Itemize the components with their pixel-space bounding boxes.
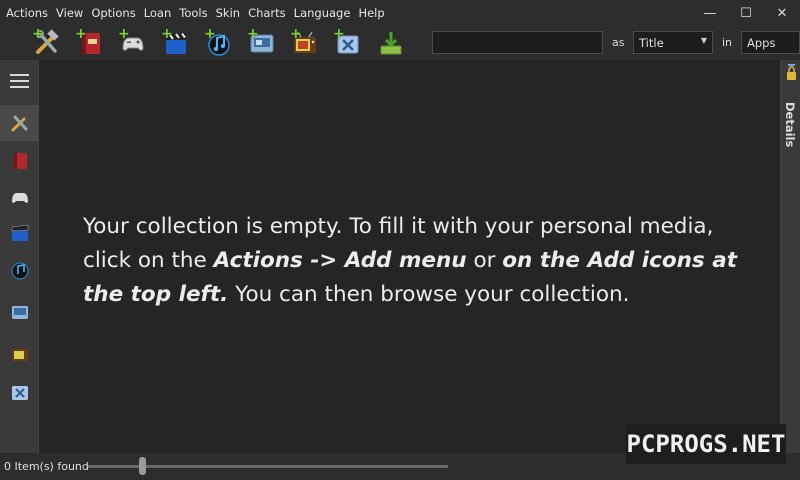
details-label: Details: [783, 102, 797, 148]
menu-bar: Actions View Options Loan Tools Skin Cha…: [0, 0, 800, 26]
add-tv-icon[interactable]: +: [290, 26, 320, 58]
minimize-button[interactable]: —: [692, 0, 728, 26]
message-text-3: You can then browse your collection.: [228, 282, 630, 307]
sidebar-item-music[interactable]: [0, 252, 39, 288]
add-apps-icon[interactable]: +: [32, 26, 62, 58]
add-books-icon[interactable]: +: [75, 26, 105, 58]
search-scope-value: Apps: [747, 36, 776, 50]
search-scope-select[interactable]: Apps: [741, 31, 800, 54]
menu-language[interactable]: Language: [290, 0, 355, 26]
collection-view: Your collection is empty. To fill it wit…: [40, 60, 780, 453]
plus-icon: +: [290, 26, 302, 42]
add-movies-icon[interactable]: +: [161, 26, 191, 58]
add-music-icon[interactable]: +: [204, 26, 234, 58]
pin-icon[interactable]: [785, 62, 798, 92]
search-input[interactable]: [432, 31, 603, 54]
sidebar: [0, 60, 39, 453]
books-icon: [13, 153, 27, 169]
close-button[interactable]: ✕: [764, 0, 800, 26]
games-icon: [11, 193, 28, 203]
empty-collection-message: Your collection is empty. To fill it wit…: [83, 210, 763, 312]
items-found-count: 0 Item(s) found: [4, 460, 89, 473]
tv-icon: [11, 349, 28, 361]
import-icon[interactable]: [376, 28, 406, 58]
chevron-down-icon: ▼: [700, 36, 707, 45]
menu-skin[interactable]: Skin: [212, 0, 244, 26]
add-icons-group: + + + + + + + +: [32, 26, 419, 60]
menu-items: Actions View Options Loan Tools Skin Cha…: [0, 0, 389, 26]
plus-icon: +: [333, 26, 345, 42]
software-icon: [11, 306, 28, 319]
details-panel-tab[interactable]: Details: [780, 60, 800, 453]
apps-icon: [11, 115, 27, 132]
sidebar-item-books[interactable]: [0, 143, 39, 179]
zoom-slider-thumb[interactable]: [138, 457, 146, 475]
add-other-icon[interactable]: +: [333, 26, 363, 58]
message-bold-actions-menu: Actions -> Add menu: [213, 248, 467, 273]
as-label: as: [612, 36, 625, 49]
plus-icon: +: [204, 26, 216, 42]
menu-options[interactable]: Options: [87, 0, 139, 26]
plus-icon: +: [161, 26, 173, 42]
menu-view[interactable]: View: [52, 0, 87, 26]
plus-icon: +: [247, 26, 259, 42]
add-software-icon[interactable]: +: [247, 26, 277, 58]
movies-icon: [11, 224, 28, 241]
sidebar-item-tv[interactable]: [0, 336, 39, 372]
menu-loan[interactable]: Loan: [140, 0, 176, 26]
menu-tools[interactable]: Tools: [175, 0, 211, 26]
search-field-select[interactable]: Title ▼: [633, 31, 713, 54]
menu-help[interactable]: Help: [354, 0, 388, 26]
sidebar-item-apps[interactable]: [0, 105, 39, 141]
sidebar-item-other[interactable]: [0, 374, 39, 410]
plus-icon: +: [32, 26, 44, 42]
hamburger-menu-icon[interactable]: [10, 74, 29, 88]
menu-charts[interactable]: Charts: [244, 0, 290, 26]
music-icon: [11, 262, 28, 280]
sidebar-item-games[interactable]: [0, 179, 39, 215]
message-text-2: or: [466, 248, 503, 273]
toolbar: + + + + + + + + as Title ▼ in Apps: [0, 26, 800, 60]
plus-icon: +: [118, 26, 130, 42]
menu-actions[interactable]: Actions: [2, 0, 52, 26]
window-controls: — ☐ ✕: [692, 0, 800, 26]
in-label: in: [722, 36, 733, 49]
maximize-button[interactable]: ☐: [728, 0, 764, 26]
sidebar-item-movies[interactable]: [0, 215, 39, 251]
add-games-icon[interactable]: +: [118, 26, 148, 58]
other-icon: [11, 386, 28, 400]
watermark: PCPROGS.NET: [626, 424, 786, 464]
search-field-value: Title: [639, 36, 664, 50]
sidebar-item-software[interactable]: [0, 294, 39, 330]
plus-icon: +: [75, 26, 87, 42]
